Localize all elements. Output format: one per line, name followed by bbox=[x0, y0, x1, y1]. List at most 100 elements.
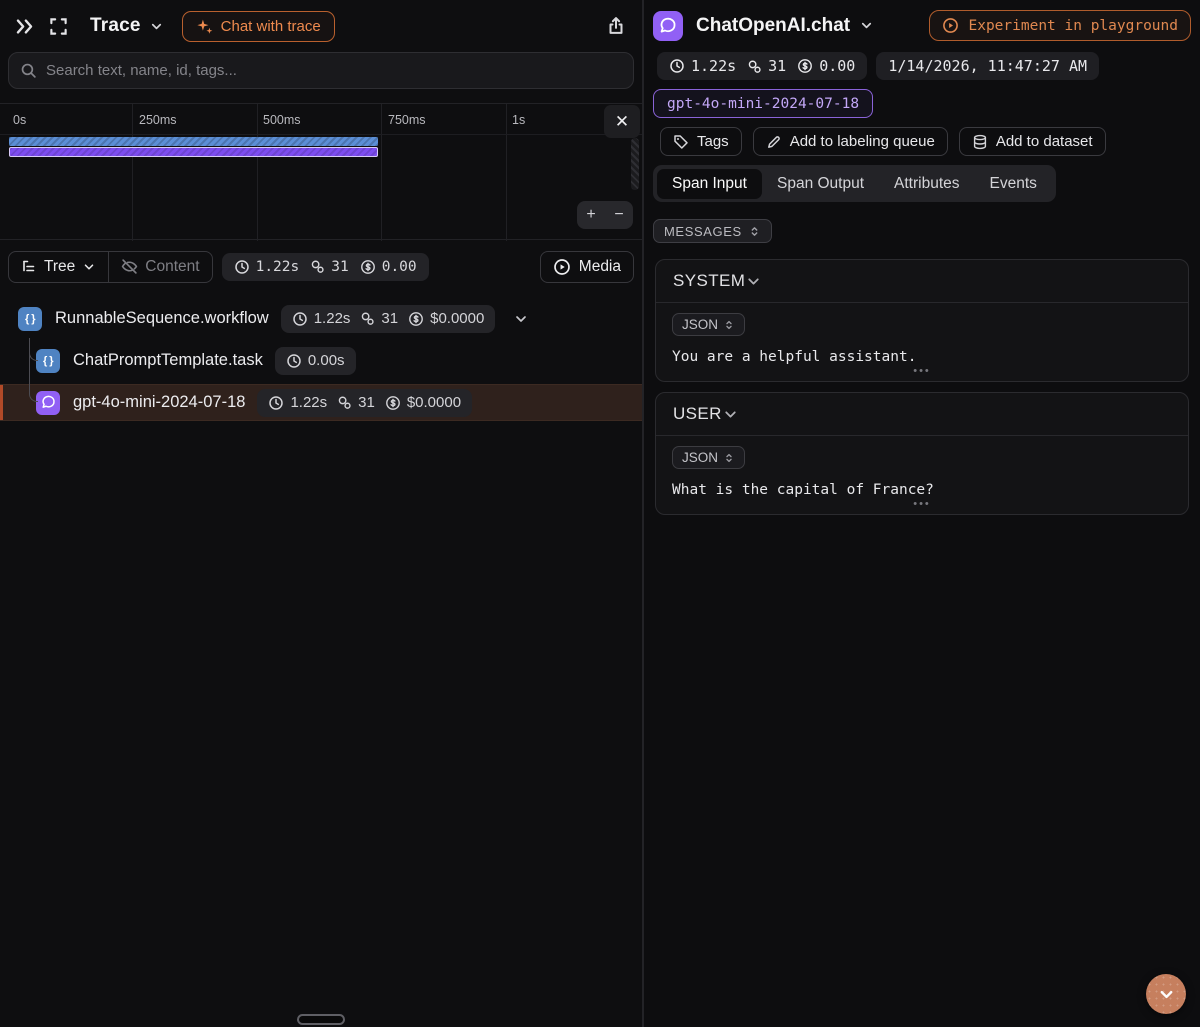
tree-view-button[interactable]: Tree bbox=[9, 252, 108, 282]
tree-row-llm-selected[interactable]: gpt-4o-mini-2024-07-18 1.22s 31 bbox=[0, 384, 642, 421]
tree-view-label: Tree bbox=[44, 258, 75, 276]
expand-message-button[interactable]: ••• bbox=[672, 366, 1172, 376]
timeline-span-bar-workflow[interactable] bbox=[9, 137, 378, 146]
tokens-icon bbox=[310, 259, 325, 274]
add-to-dataset-button[interactable]: Add to dataset bbox=[959, 127, 1106, 156]
span-name: gpt-4o-mini-2024-07-18 bbox=[73, 393, 245, 412]
messages-selector[interactable]: MESSAGES bbox=[653, 219, 772, 243]
format-selector[interactable]: JSON bbox=[672, 446, 745, 469]
clock-icon bbox=[292, 311, 308, 327]
experiment-in-playground-button[interactable]: Experiment in playground bbox=[929, 10, 1191, 41]
zoom-in-button[interactable]: + bbox=[577, 201, 605, 229]
tree-row-prompt-template[interactable]: { } ChatPromptTemplate.task 0.00s bbox=[0, 342, 642, 379]
horizontal-scrollbar-handle[interactable] bbox=[297, 1014, 345, 1025]
pencil-icon bbox=[766, 134, 782, 150]
search-input[interactable] bbox=[46, 62, 622, 79]
timeline: 0s 250ms 500ms 750ms 1s ✕ + − bbox=[0, 103, 642, 240]
duration-stat: 0.00s bbox=[286, 352, 345, 369]
span-name: ChatPromptTemplate.task bbox=[73, 351, 263, 370]
span-tabs: Span Input Span Output Attributes Events bbox=[653, 165, 1056, 202]
timeline-gridline bbox=[132, 104, 133, 241]
scroll-to-bottom-button[interactable] bbox=[1146, 974, 1186, 1014]
timeline-span-bar-llm[interactable] bbox=[9, 147, 378, 157]
messages-selector-label: MESSAGES bbox=[664, 224, 742, 239]
dollar-icon bbox=[797, 58, 813, 74]
zoom-out-button[interactable]: − bbox=[605, 201, 633, 229]
chevrons-up-down-icon bbox=[748, 225, 761, 238]
message-header[interactable]: SYSTEM bbox=[656, 260, 1188, 303]
span-stats-pill: 1.22s 31 $0.0000 bbox=[281, 305, 496, 333]
search-icon bbox=[20, 62, 37, 79]
tab-span-input[interactable]: Span Input bbox=[657, 169, 762, 199]
format-label: JSON bbox=[682, 317, 718, 332]
braces-icon: { } bbox=[18, 307, 42, 331]
chevron-down-icon bbox=[513, 311, 529, 327]
format-label: JSON bbox=[682, 450, 718, 465]
trace-stats-pill: 1.22s 31 0.00 bbox=[222, 253, 429, 281]
share-button[interactable] bbox=[606, 16, 626, 36]
timeline-scrollbar[interactable] bbox=[631, 138, 639, 190]
span-title: ChatOpenAI.chat bbox=[696, 15, 850, 37]
media-button[interactable]: Media bbox=[540, 251, 634, 283]
expand-message-button[interactable]: ••• bbox=[672, 499, 1172, 509]
message-body: JSON What is the capital of France? ••• bbox=[656, 436, 1188, 514]
timeline-tick: 500ms bbox=[263, 113, 301, 127]
message-card-user: USER JSON What is the capital of France?… bbox=[655, 392, 1189, 515]
duration-stat: 1.22s bbox=[268, 394, 327, 411]
fullscreen-button[interactable] bbox=[49, 17, 68, 36]
model-badge[interactable]: gpt-4o-mini-2024-07-18 bbox=[653, 89, 873, 118]
span-tree: { } RunnableSequence.workflow 1.22s 31 bbox=[0, 300, 642, 426]
clock-icon bbox=[669, 58, 685, 74]
duration-stat: 1.22s bbox=[234, 259, 300, 275]
sparkle-icon bbox=[196, 18, 213, 35]
dollar-icon bbox=[408, 311, 424, 327]
tags-button[interactable]: Tags bbox=[660, 127, 742, 156]
add-to-labeling-queue-button[interactable]: Add to labeling queue bbox=[753, 127, 948, 156]
trace-panel: Trace Chat with trace 0s 2 bbox=[0, 0, 642, 1027]
media-label: Media bbox=[579, 258, 621, 276]
tokens-stat: 31 bbox=[310, 259, 348, 275]
cost-stat: $0.0000 bbox=[385, 394, 461, 411]
message-content: You are a helpful assistant. bbox=[672, 349, 1172, 365]
span-stats-pill: 0.00s bbox=[275, 347, 356, 375]
collapse-panel-button[interactable] bbox=[14, 16, 35, 37]
collapse-row-button[interactable] bbox=[513, 311, 529, 327]
search-bar[interactable] bbox=[8, 52, 634, 89]
timeline-tick: 250ms bbox=[139, 113, 177, 127]
clock-icon bbox=[286, 353, 302, 369]
chevron-down-icon bbox=[722, 406, 739, 423]
tab-events[interactable]: Events bbox=[975, 169, 1052, 199]
tokens-stat: 31 bbox=[360, 310, 398, 327]
span-stats-row: 1.22s 31 0.00 1/14/2026, 11:47:27 AM bbox=[657, 52, 1099, 80]
message-role: SYSTEM bbox=[673, 271, 745, 291]
duration-stat: 1.22s bbox=[292, 310, 351, 327]
trace-dropdown[interactable] bbox=[149, 19, 164, 34]
cost-stat: 0.00 bbox=[360, 259, 417, 275]
view-mode-group: Tree Content bbox=[8, 251, 213, 283]
format-selector[interactable]: JSON bbox=[672, 313, 745, 336]
tab-span-output[interactable]: Span Output bbox=[762, 169, 879, 199]
tag-icon bbox=[673, 134, 689, 150]
expand-icon bbox=[49, 17, 68, 36]
chat-bubble-icon bbox=[653, 11, 683, 41]
span-stats-pill: 1.22s 31 $0.0000 bbox=[257, 389, 472, 417]
close-timeline-button[interactable]: ✕ bbox=[604, 105, 640, 138]
timeline-gridline bbox=[257, 104, 258, 241]
close-icon: ✕ bbox=[615, 112, 629, 132]
braces-icon: { } bbox=[36, 349, 60, 373]
timeline-gridline bbox=[381, 104, 382, 241]
message-header[interactable]: USER bbox=[656, 393, 1188, 436]
database-icon bbox=[972, 134, 988, 150]
chevrons-right-icon bbox=[14, 16, 35, 37]
chat-with-trace-button[interactable]: Chat with trace bbox=[182, 11, 335, 42]
play-circle-icon bbox=[553, 258, 571, 276]
chevron-down-icon bbox=[745, 273, 762, 290]
cost-stat: 0.00 bbox=[797, 57, 855, 75]
chevron-down-icon bbox=[1157, 985, 1176, 1004]
chat-bubble-icon bbox=[36, 391, 60, 415]
span-title-dropdown[interactable] bbox=[859, 18, 874, 33]
tree-row-workflow[interactable]: { } RunnableSequence.workflow 1.22s 31 bbox=[0, 300, 642, 337]
content-toggle-button[interactable]: Content bbox=[108, 252, 211, 282]
tags-label: Tags bbox=[697, 133, 729, 150]
tab-attributes[interactable]: Attributes bbox=[879, 169, 974, 199]
